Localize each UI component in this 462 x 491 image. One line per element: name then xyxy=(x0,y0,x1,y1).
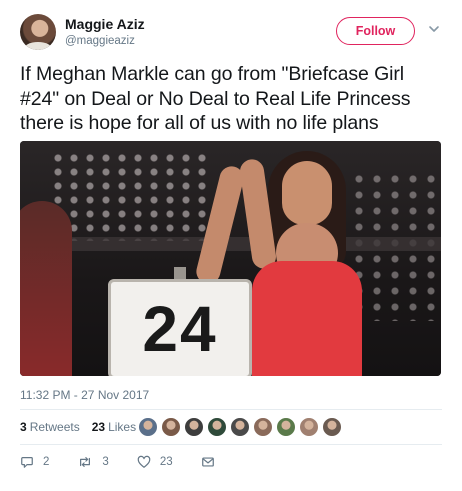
tweet-media-image[interactable]: 24 xyxy=(20,141,441,376)
user-handle[interactable]: @maggieaziz xyxy=(65,35,145,47)
liker-avatar[interactable] xyxy=(299,417,319,437)
follow-button[interactable]: Follow xyxy=(336,17,415,45)
reply-count: 2 xyxy=(43,456,50,468)
retweets-label: Retweets xyxy=(29,420,80,434)
woman-face xyxy=(282,161,332,225)
reply-button[interactable]: 2 xyxy=(20,455,49,469)
tweet-card: Maggie Aziz @maggieaziz Follow If Meghan… xyxy=(0,0,462,491)
divider xyxy=(20,409,442,410)
liker-avatar[interactable] xyxy=(322,417,342,437)
stage-rail xyxy=(20,237,441,251)
retweet-count: 3 xyxy=(102,456,109,468)
background-person xyxy=(20,201,72,376)
direct-message-button[interactable] xyxy=(201,455,224,469)
chevron-down-icon[interactable] xyxy=(428,23,440,35)
reply-icon xyxy=(21,457,33,468)
tweet-header: Maggie Aziz @maggieaziz Follow xyxy=(20,14,442,50)
tweet-stats: 3 Retweets 23 Likes xyxy=(20,416,136,438)
likes-stat[interactable]: 23 Likes xyxy=(92,420,136,434)
tweet-actions: 2 3 23 xyxy=(20,453,252,471)
liker-avatars xyxy=(138,417,345,437)
liker-avatar[interactable] xyxy=(138,417,158,437)
like-button[interactable]: 23 xyxy=(137,455,173,469)
display-name[interactable]: Maggie Aziz xyxy=(65,16,145,32)
retweet-icon xyxy=(80,457,91,467)
divider xyxy=(20,444,442,445)
like-count: 23 xyxy=(159,456,173,468)
tweet-timestamp[interactable]: 11:32 PM - 27 Nov 2017 xyxy=(20,388,149,402)
liker-avatar[interactable] xyxy=(230,417,250,437)
user-info[interactable]: Maggie Aziz @maggieaziz xyxy=(65,16,145,47)
likes-count: 23 xyxy=(91,420,106,434)
likes-label: Likes xyxy=(108,420,137,434)
retweets-count: 3 xyxy=(20,420,27,434)
stage-lights xyxy=(50,151,210,241)
liker-avatar[interactable] xyxy=(207,417,227,437)
briefcase-number: 24 xyxy=(108,279,252,376)
retweet-button[interactable]: 3 xyxy=(77,455,109,469)
retweets-stat[interactable]: 3 Retweets xyxy=(20,420,92,434)
envelope-icon xyxy=(201,457,214,467)
tweet-text: If Meghan Markle can go from "Briefcase … xyxy=(20,63,411,134)
avatar[interactable] xyxy=(20,14,56,50)
liker-avatar[interactable] xyxy=(184,417,204,437)
liker-avatar[interactable] xyxy=(161,417,181,437)
heart-icon xyxy=(137,455,151,468)
liker-avatar[interactable] xyxy=(253,417,273,437)
liker-avatar[interactable] xyxy=(276,417,296,437)
red-dress xyxy=(252,261,362,376)
